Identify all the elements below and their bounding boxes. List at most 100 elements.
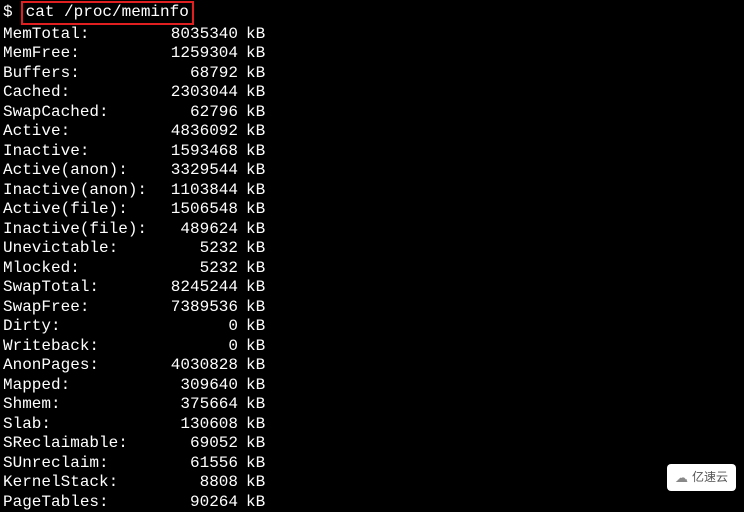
meminfo-value: 2303044 bbox=[158, 83, 238, 103]
meminfo-row: MemTotal:8035340 kB bbox=[3, 25, 741, 45]
meminfo-unit: kB bbox=[246, 317, 265, 337]
meminfo-unit: kB bbox=[246, 25, 265, 45]
meminfo-value: 1593468 bbox=[158, 142, 238, 162]
meminfo-value: 1259304 bbox=[158, 44, 238, 64]
meminfo-row: Dirty:0 kB bbox=[3, 317, 741, 337]
meminfo-row: Inactive(anon):1103844 kB bbox=[3, 181, 741, 201]
meminfo-unit: kB bbox=[246, 395, 265, 415]
meminfo-row: Inactive:1593468 kB bbox=[3, 142, 741, 162]
meminfo-row: Inactive(file):489624 kB bbox=[3, 220, 741, 240]
meminfo-value: 68792 bbox=[158, 64, 238, 84]
meminfo-label: Writeback: bbox=[3, 337, 158, 357]
meminfo-row: AnonPages:4030828 kB bbox=[3, 356, 741, 376]
meminfo-unit: kB bbox=[246, 415, 265, 435]
meminfo-unit: kB bbox=[246, 454, 265, 474]
meminfo-label: Dirty: bbox=[3, 317, 158, 337]
meminfo-value: 90264 bbox=[158, 493, 238, 512]
meminfo-unit: kB bbox=[246, 64, 265, 84]
meminfo-row: Unevictable:5232kB bbox=[3, 239, 741, 259]
meminfo-value: 5232 bbox=[158, 239, 238, 259]
meminfo-label: MemTotal: bbox=[3, 25, 158, 45]
meminfo-row: Buffers:68792 kB bbox=[3, 64, 741, 84]
cloud-icon: ☁ bbox=[675, 468, 688, 488]
meminfo-label: Cached: bbox=[3, 83, 158, 103]
meminfo-row: Active:4836092kB bbox=[3, 122, 741, 142]
meminfo-value: 489624 bbox=[158, 220, 238, 240]
meminfo-unit: kB bbox=[246, 337, 265, 357]
meminfo-row: Writeback:0 kB bbox=[3, 337, 741, 357]
meminfo-value: 0 bbox=[158, 337, 238, 357]
meminfo-label: Mlocked: bbox=[3, 259, 158, 279]
meminfo-row: MemFree:1259304 kB bbox=[3, 44, 741, 64]
meminfo-value: 8808 bbox=[158, 473, 238, 493]
meminfo-value: 3329544 bbox=[158, 161, 238, 181]
meminfo-unit: kB bbox=[246, 434, 265, 454]
meminfo-row: SUnreclaim:61556kB bbox=[3, 454, 741, 474]
meminfo-value: 309640 bbox=[158, 376, 238, 396]
meminfo-row: Mapped:309640 kB bbox=[3, 376, 741, 396]
meminfo-row: Shmem:375664 kB bbox=[3, 395, 741, 415]
meminfo-label: Active(file): bbox=[3, 200, 158, 220]
meminfo-value: 5232 bbox=[158, 259, 238, 279]
prompt-line: $ cat /proc/meminfo bbox=[3, 1, 741, 25]
meminfo-label: KernelStack: bbox=[3, 473, 158, 493]
meminfo-output: MemTotal:8035340kBMemFree:1259304kBBuffe… bbox=[3, 25, 741, 512]
meminfo-unit: kB bbox=[246, 142, 265, 162]
meminfo-value: 130608 bbox=[158, 415, 238, 435]
meminfo-unit: kB bbox=[246, 356, 265, 376]
meminfo-unit: kB bbox=[246, 473, 265, 493]
meminfo-row: SReclaimable:69052 kB bbox=[3, 434, 741, 454]
meminfo-row: SwapCached:62796kB bbox=[3, 103, 741, 123]
meminfo-unit: kB bbox=[246, 122, 265, 142]
meminfo-row: Mlocked:5232 kB bbox=[3, 259, 741, 279]
meminfo-unit: kB bbox=[246, 376, 265, 396]
meminfo-label: AnonPages: bbox=[3, 356, 158, 376]
meminfo-value: 7389536 bbox=[158, 298, 238, 318]
meminfo-label: SwapCached: bbox=[3, 103, 158, 123]
meminfo-unit: kB bbox=[246, 83, 265, 103]
meminfo-unit: kB bbox=[246, 161, 265, 181]
meminfo-value: 8035340 bbox=[158, 25, 238, 45]
watermark-text: 亿速云 bbox=[692, 468, 728, 488]
meminfo-unit: kB bbox=[246, 200, 265, 220]
meminfo-row: SwapFree:7389536kB bbox=[3, 298, 741, 318]
meminfo-unit: kB bbox=[246, 259, 265, 279]
meminfo-label: Buffers: bbox=[3, 64, 158, 84]
meminfo-label: Inactive: bbox=[3, 142, 158, 162]
meminfo-value: 0 bbox=[158, 317, 238, 337]
meminfo-value: 4836092 bbox=[158, 122, 238, 142]
meminfo-unit: kB bbox=[246, 493, 265, 512]
meminfo-value: 375664 bbox=[158, 395, 238, 415]
meminfo-value: 61556 bbox=[158, 454, 238, 474]
meminfo-row: Active(anon):3329544kB bbox=[3, 161, 741, 181]
meminfo-label: SwapFree: bbox=[3, 298, 158, 318]
meminfo-row: Slab:130608 kB bbox=[3, 415, 741, 435]
meminfo-label: Inactive(file): bbox=[3, 220, 158, 240]
meminfo-label: Shmem: bbox=[3, 395, 158, 415]
meminfo-row: Cached:2303044 kB bbox=[3, 83, 741, 103]
meminfo-unit: kB bbox=[246, 220, 265, 240]
command-highlight-box: cat /proc/meminfo bbox=[21, 1, 194, 25]
meminfo-row: SwapTotal:8245244 kB bbox=[3, 278, 741, 298]
meminfo-value: 1506548 bbox=[158, 200, 238, 220]
meminfo-label: MemFree: bbox=[3, 44, 158, 64]
meminfo-unit: kB bbox=[246, 278, 265, 298]
meminfo-row: PageTables:90264 kB bbox=[3, 493, 741, 512]
meminfo-label: Slab: bbox=[3, 415, 158, 435]
meminfo-label: Inactive(anon): bbox=[3, 181, 158, 201]
meminfo-value: 62796 bbox=[158, 103, 238, 123]
meminfo-label: SwapTotal: bbox=[3, 278, 158, 298]
meminfo-unit: kB bbox=[246, 44, 265, 64]
meminfo-unit: kB bbox=[246, 181, 265, 201]
meminfo-label: SReclaimable: bbox=[3, 434, 158, 454]
meminfo-value: 1103844 bbox=[158, 181, 238, 201]
meminfo-row: KernelStack:8808 kB bbox=[3, 473, 741, 493]
meminfo-row: Active(file):1506548 kB bbox=[3, 200, 741, 220]
meminfo-value: 8245244 bbox=[158, 278, 238, 298]
meminfo-label: Mapped: bbox=[3, 376, 158, 396]
meminfo-label: PageTables: bbox=[3, 493, 158, 512]
watermark-badge: ☁ 亿速云 bbox=[667, 464, 736, 492]
meminfo-value: 69052 bbox=[158, 434, 238, 454]
meminfo-value: 4030828 bbox=[158, 356, 238, 376]
meminfo-label: Unevictable: bbox=[3, 239, 158, 259]
